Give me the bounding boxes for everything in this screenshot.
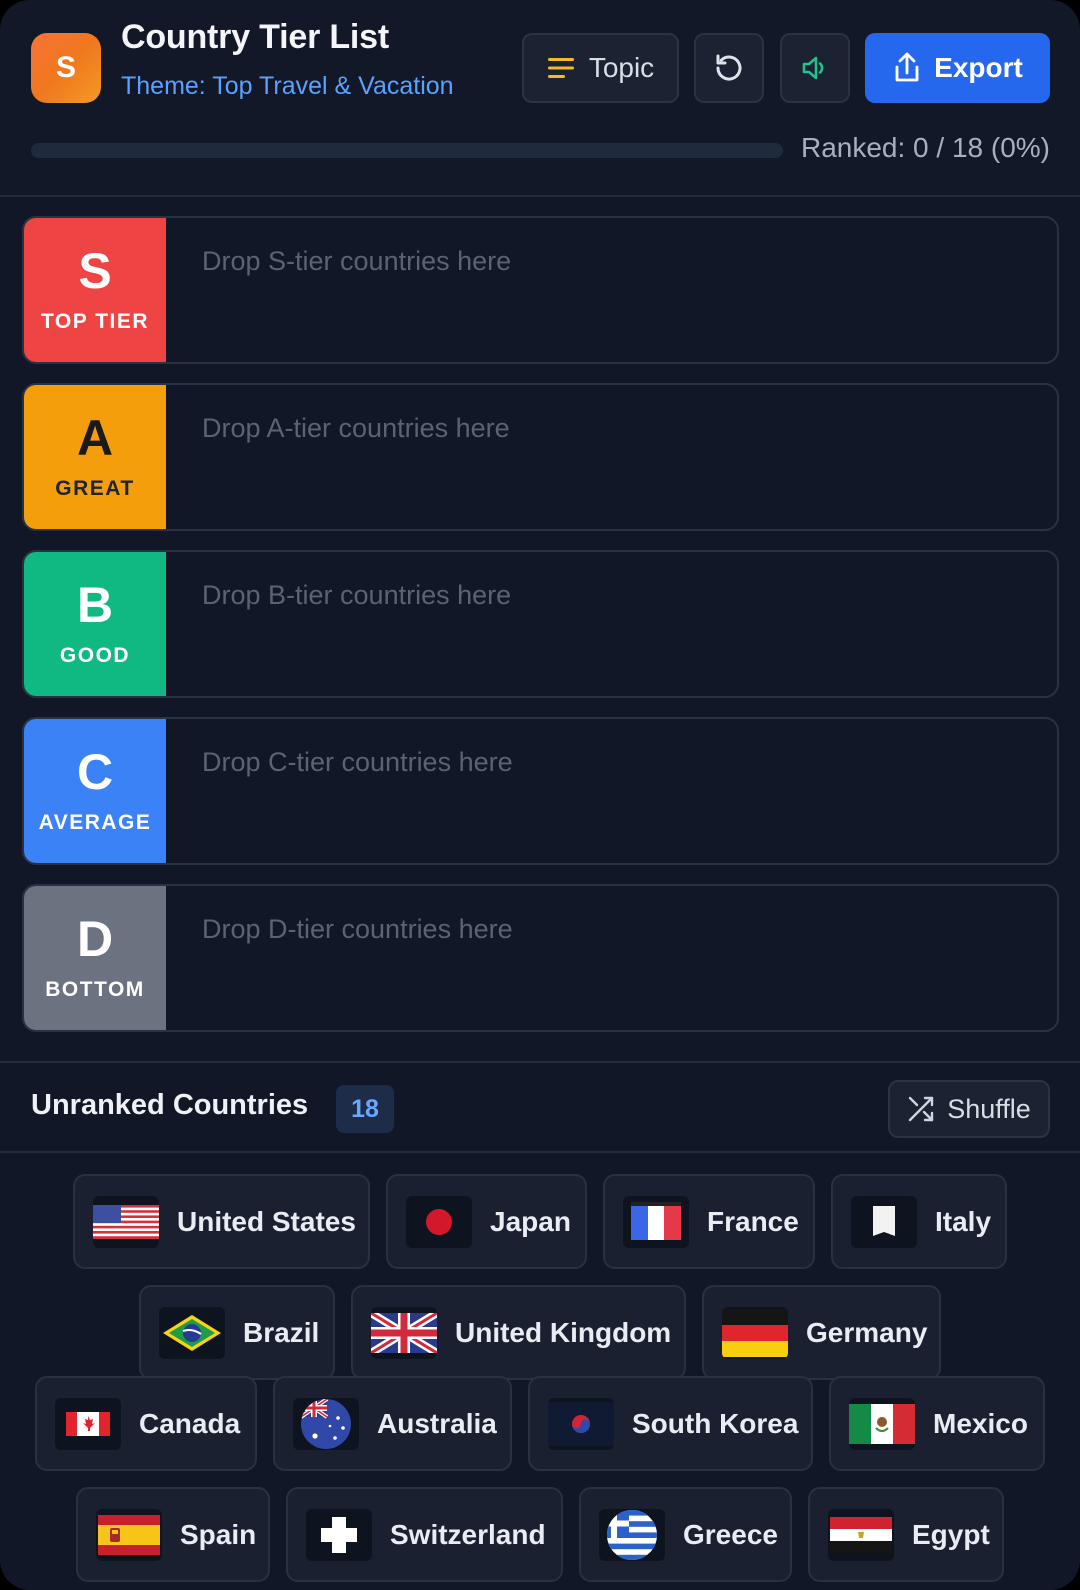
tier-letter: A [76,410,114,466]
uk-flag-icon [371,1306,437,1359]
tier-label-c: C AVERAGE [24,719,166,863]
country-card[interactable]: Spain [76,1487,270,1582]
shuffle-icon [907,1095,935,1123]
country-name: United Kingdom [455,1316,672,1348]
brazil-flag-icon [159,1306,225,1359]
shuffle-button-label: Shuffle [947,1093,1031,1124]
country-name: Canada [139,1407,241,1439]
tier-name: AVERAGE [38,811,152,834]
page-title: Country Tier List [121,18,390,56]
country-name: Egypt [912,1518,990,1550]
tier-row-d[interactable]: D BOTTOM Drop D-tier countries here [22,884,1059,1032]
switzerland-flag-icon [306,1508,372,1561]
country-name: Spain [180,1518,257,1550]
header: S Country Tier List Theme: Top Travel & … [0,0,1080,197]
south-korea-flag-icon [548,1397,614,1450]
country-card[interactable]: France [603,1174,815,1269]
tier-label-s: S TOP TIER [24,218,166,362]
italy-flag-icon [851,1195,917,1248]
tier-drop-placeholder: Drop B-tier countries here [202,580,512,610]
app-logo: S [31,33,101,103]
export-button-label: Export [934,52,1023,83]
australia-flag-icon [293,1397,359,1450]
country-card[interactable]: Brazil [139,1285,335,1380]
reset-icon [712,51,746,85]
tier-name: GREAT [55,477,135,500]
country-card[interactable]: Japan [386,1174,587,1269]
theme-subtitle: Theme: Top Travel & Vacation [121,72,454,100]
tier-name: BOTTOM [45,978,145,1001]
tier-drop-placeholder: Drop D-tier countries here [202,914,513,944]
tier-row-s[interactable]: S TOP TIER Drop S-tier countries here [22,216,1059,364]
unranked-title: Unranked Countries [31,1089,309,1121]
tier-row-b[interactable]: B GOOD Drop B-tier countries here [22,550,1059,698]
tier-label-b: B GOOD [24,552,166,696]
tier-list-app: S Country Tier List Theme: Top Travel & … [0,0,1080,1590]
country-card[interactable]: South Korea [528,1376,813,1471]
country-name: Germany [806,1316,928,1348]
topic-button-label: Topic [588,52,655,83]
country-name: France [707,1205,799,1237]
topic-button[interactable]: Topic [522,33,679,103]
unranked-count-badge: 18 [336,1085,394,1133]
country-card[interactable]: Mexico [829,1376,1045,1471]
spain-flag-icon [96,1508,162,1561]
sound-button[interactable] [780,33,850,103]
country-card[interactable]: Australia [273,1376,512,1471]
tier-row-c[interactable]: C AVERAGE Drop C-tier countries here [22,717,1059,865]
japan-flag-icon [406,1195,472,1248]
greece-flag-icon [599,1508,665,1561]
country-name: Australia [377,1407,497,1439]
tier-name: GOOD [59,644,131,667]
reset-button[interactable] [694,33,764,103]
country-name: United States [177,1205,356,1237]
us-flag-icon [93,1195,159,1248]
tier-letter: B [76,577,114,633]
country-card[interactable]: Switzerland [286,1487,563,1582]
country-card[interactable]: Greece [579,1487,792,1582]
menu-lines-icon [547,56,575,80]
tier-label-a: A GREAT [24,385,166,529]
country-card[interactable]: United States [73,1174,370,1269]
germany-flag-icon [722,1306,788,1359]
mexico-flag-icon [849,1397,915,1450]
tier-name: TOP TIER [40,310,150,333]
country-card[interactable]: Canada [35,1376,257,1471]
egypt-flag-icon [828,1508,894,1561]
unranked-header: Unranked Countries 18 Shuffle [0,1061,1080,1153]
country-card[interactable]: United Kingdom [351,1285,686,1380]
country-name: South Korea [632,1407,799,1439]
country-name: Mexico [933,1407,1028,1439]
country-name: Greece [683,1518,778,1550]
tier-drop-placeholder: Drop S-tier countries here [202,246,512,276]
share-upload-icon [892,51,922,85]
tier-label-d: D BOTTOM [24,886,166,1030]
tier-letter: C [76,744,114,800]
country-card[interactable]: Egypt [808,1487,1004,1582]
export-button[interactable]: Export [865,33,1050,103]
ranking-progress-bar [31,143,783,158]
speaker-icon [800,53,830,83]
france-flag-icon [623,1195,689,1248]
country-name: Japan [490,1205,571,1237]
shuffle-button[interactable]: Shuffle [888,1080,1050,1138]
tier-drop-placeholder: Drop C-tier countries here [202,747,513,777]
country-name: Switzerland [390,1518,546,1550]
tier-letter: D [76,911,114,967]
tier-row-a[interactable]: A GREAT Drop A-tier countries here [22,383,1059,531]
country-card[interactable]: Germany [702,1285,941,1380]
tier-drop-placeholder: Drop A-tier countries here [202,413,510,443]
tier-letter: S [78,243,112,299]
country-name: Brazil [243,1316,320,1348]
ranked-status: Ranked: 0 / 18 (0%) [800,132,1050,163]
country-card[interactable]: Italy [831,1174,1007,1269]
country-name: Italy [935,1205,992,1237]
canada-flag-icon [55,1397,121,1450]
